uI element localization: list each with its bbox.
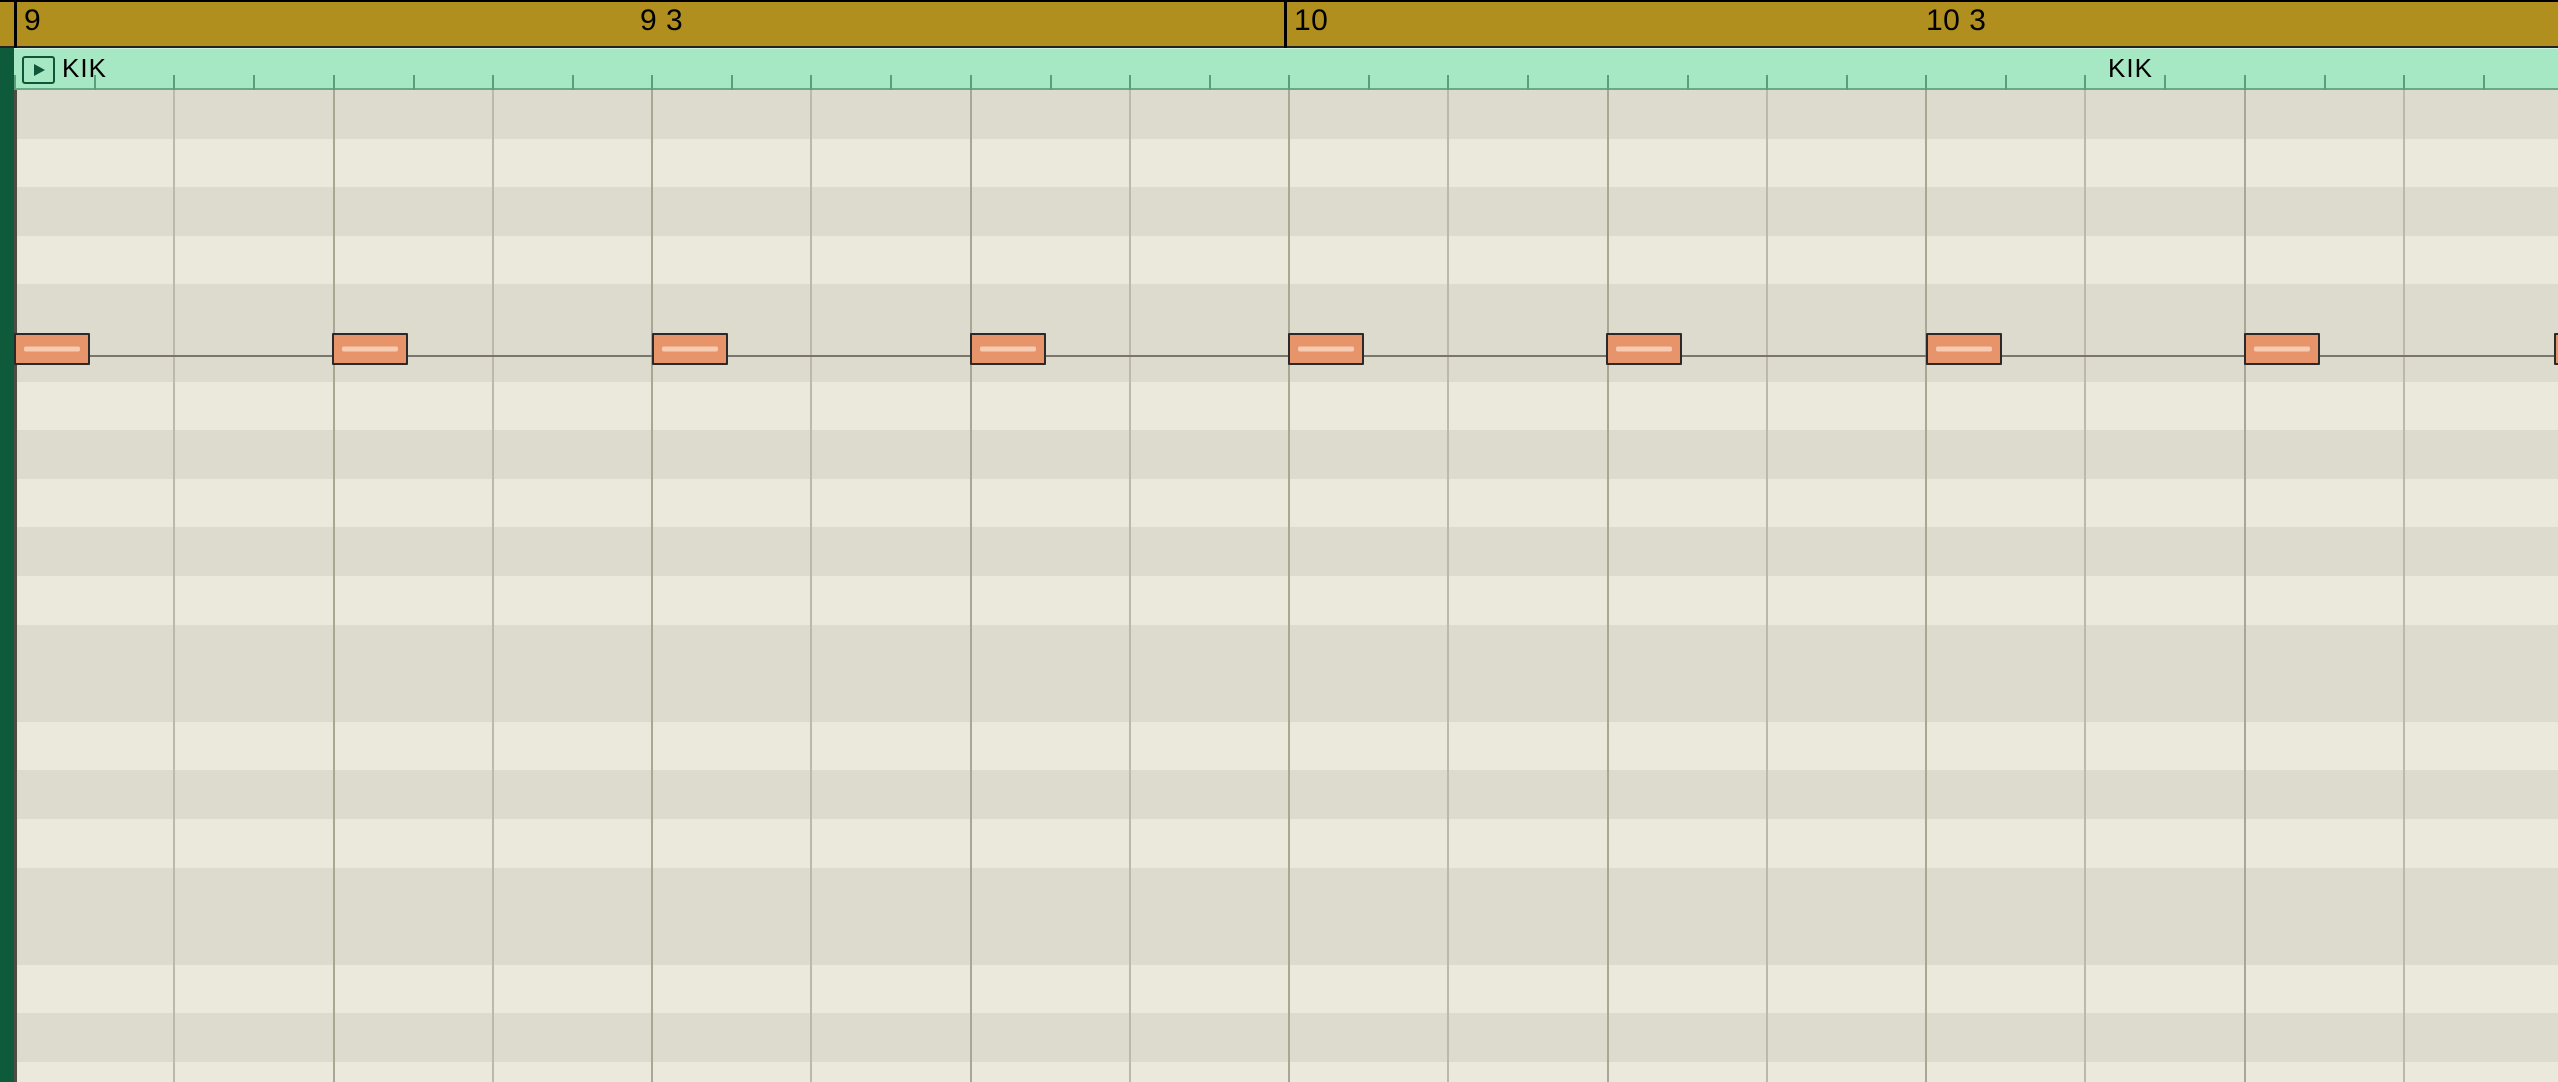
midi-note[interactable] <box>14 333 90 365</box>
grid-line <box>810 90 812 1082</box>
grid-line <box>173 90 175 1082</box>
piano-roll-row <box>14 1013 2558 1062</box>
clip-start-edge[interactable] <box>0 48 14 1082</box>
bar-marker-label: 9 <box>24 4 41 38</box>
clip-header-tick <box>1607 75 1609 91</box>
clip-header-tick <box>810 75 812 91</box>
piano-roll-row <box>14 868 2558 917</box>
clip-header-tick <box>1846 75 1848 91</box>
grid-line <box>1925 90 1927 1082</box>
clip-header-tick <box>1129 75 1131 91</box>
clip-header-tick <box>970 75 972 91</box>
grid-line <box>492 90 494 1082</box>
piano-roll[interactable] <box>14 90 2558 1082</box>
grid-line <box>1766 90 1768 1082</box>
piano-roll-row <box>14 90 2558 139</box>
clip-header-tick <box>14 75 16 91</box>
clip-loop-label: KIK <box>2108 53 2153 84</box>
grid-line <box>651 90 653 1082</box>
clip-header[interactable]: KIK KIK <box>14 48 2558 90</box>
midi-note[interactable] <box>652 333 728 365</box>
clip-header-tick <box>2324 75 2326 91</box>
midi-note[interactable] <box>332 333 408 365</box>
piano-roll-row <box>14 625 2558 674</box>
clip-header-tick <box>2483 75 2485 91</box>
clip-header-tick <box>1527 75 1529 91</box>
grid-line <box>1447 90 1449 1082</box>
grid-line <box>2244 90 2246 1082</box>
midi-note[interactable] <box>2244 333 2320 365</box>
piano-roll-row <box>14 479 2558 528</box>
clip-header-tick <box>572 75 574 91</box>
grid-line <box>1288 90 1290 1082</box>
grid-line <box>2403 90 2405 1082</box>
clip-header-tick <box>2403 75 2405 91</box>
bar-marker-line <box>1284 2 1287 48</box>
piano-roll-row <box>14 819 2558 868</box>
clip-header-tick <box>1050 75 1052 91</box>
grid-line <box>2084 90 2086 1082</box>
piano-roll-row <box>14 236 2558 285</box>
clip-header-tick <box>1766 75 1768 91</box>
piano-roll-row <box>14 673 2558 722</box>
clip-header-tick <box>2005 75 2007 91</box>
clip-header-tick <box>1368 75 1370 91</box>
midi-note[interactable] <box>2554 333 2558 365</box>
clip-header-tick <box>333 75 335 91</box>
clip-header-tick <box>1447 75 1449 91</box>
clip-header-tick <box>492 75 494 91</box>
piano-roll-row <box>14 770 2558 819</box>
grid-line <box>1129 90 1131 1082</box>
clip-header-tick <box>651 75 653 91</box>
clip-header-tick <box>1288 75 1290 91</box>
bar-marker-line <box>14 2 17 48</box>
bar-marker-label: 10 <box>1294 4 1328 38</box>
clip-header-tick <box>2244 75 2246 91</box>
piano-roll-row <box>14 187 2558 236</box>
grid-bar-line <box>14 90 17 1082</box>
piano-roll-row <box>14 916 2558 965</box>
piano-roll-row <box>14 576 2558 625</box>
timeline-ruler[interactable]: 9 9 3 10 10 3 <box>0 0 2558 48</box>
clip-header-tick <box>253 75 255 91</box>
clip-header-tick <box>731 75 733 91</box>
clip-header-tick <box>2084 75 2086 91</box>
bar-marker-label: 10 3 <box>1926 4 1986 38</box>
midi-note[interactable] <box>1288 333 1364 365</box>
piano-roll-row <box>14 430 2558 479</box>
grid-line <box>333 90 335 1082</box>
grid-line <box>970 90 972 1082</box>
midi-note[interactable] <box>1606 333 1682 365</box>
clip-header-tick <box>1925 75 1927 91</box>
piano-roll-row <box>14 284 2558 333</box>
clip-header-tick <box>173 75 175 91</box>
midi-note[interactable] <box>970 333 1046 365</box>
piano-roll-row <box>14 965 2558 1014</box>
piano-roll-row <box>14 527 2558 576</box>
clip-header-tick <box>94 75 96 91</box>
clip-header-tick <box>2164 75 2166 91</box>
clip-title: KIK <box>62 53 107 84</box>
clip-header-tick <box>1209 75 1211 91</box>
clip-header-tick <box>1687 75 1689 91</box>
midi-note[interactable] <box>1926 333 2002 365</box>
piano-roll-row <box>14 382 2558 431</box>
clip-header-tick <box>890 75 892 91</box>
piano-roll-row <box>14 722 2558 771</box>
play-icon <box>32 63 46 77</box>
bar-marker-label: 9 3 <box>640 4 683 38</box>
clip-play-button[interactable] <box>22 56 55 84</box>
grid-line <box>1607 90 1609 1082</box>
piano-roll-row <box>14 139 2558 188</box>
clip-header-tick <box>413 75 415 91</box>
piano-roll-row <box>14 1062 2558 1082</box>
